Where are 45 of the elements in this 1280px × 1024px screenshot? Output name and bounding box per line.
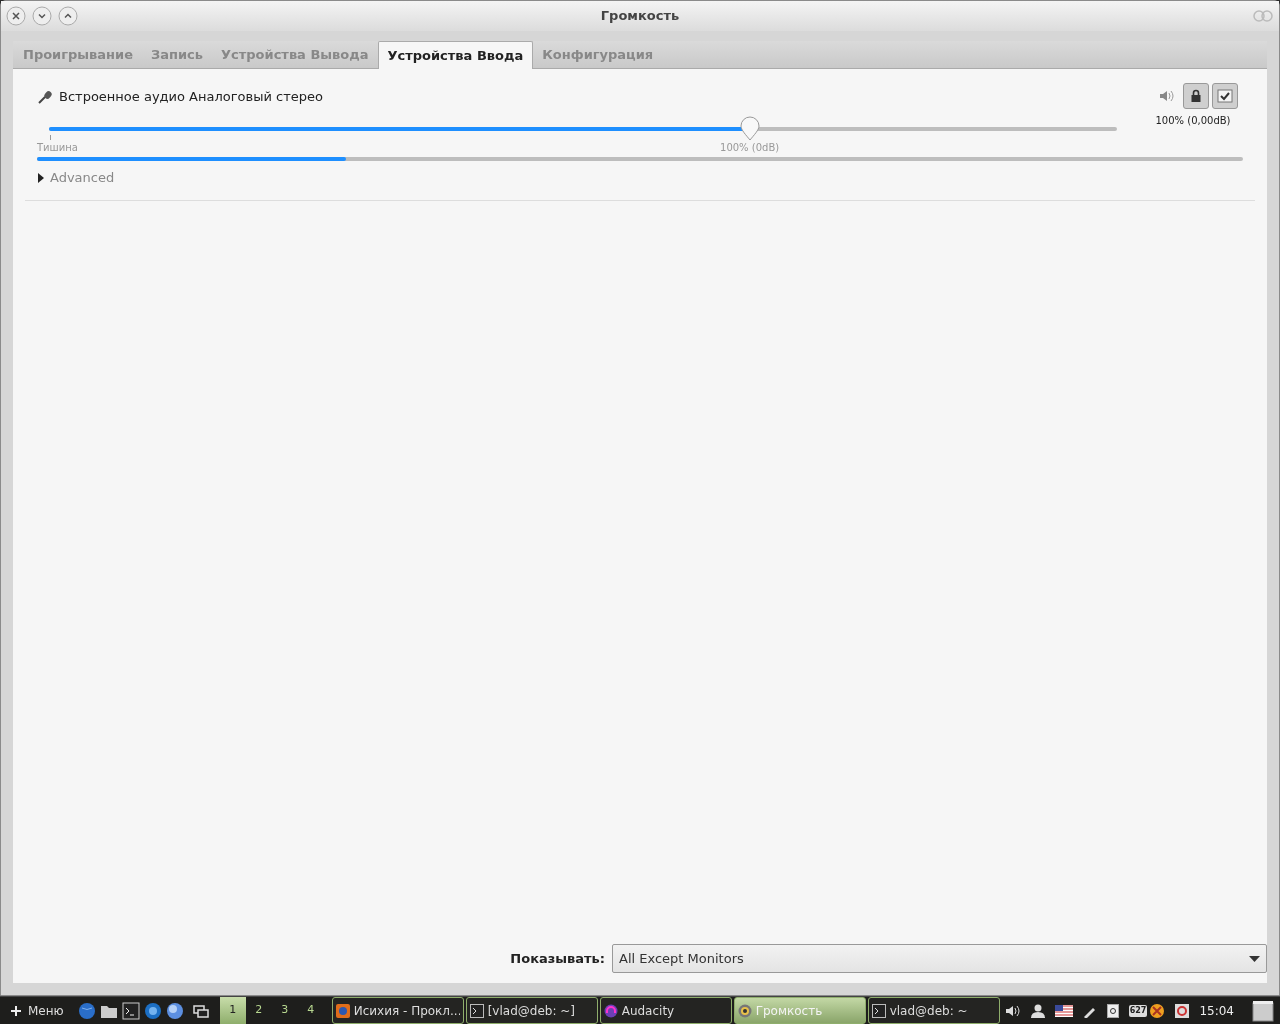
lock-icon xyxy=(1190,89,1202,103)
terminal-icon xyxy=(469,1003,484,1018)
window-title: Громкость xyxy=(599,7,681,26)
headphones-icon xyxy=(603,1003,618,1018)
default-device-button[interactable] xyxy=(1212,83,1238,109)
speaker-icon[interactable] xyxy=(1004,1003,1021,1018)
user-icon[interactable] xyxy=(1030,1003,1045,1018)
globe-icon[interactable] xyxy=(165,1001,184,1020)
close-icon[interactable] xyxy=(6,6,26,26)
expander-arrow-icon xyxy=(37,172,45,183)
globe-icon[interactable] xyxy=(77,1001,96,1020)
terminal-icon xyxy=(871,1003,886,1018)
workspace-button[interactable]: 2 xyxy=(245,997,272,1024)
checkbox-icon xyxy=(1217,89,1233,103)
flag-icon[interactable] xyxy=(1054,1004,1073,1017)
workspace-button[interactable]: 4 xyxy=(297,997,324,1024)
tick-label: 100% (0dB) xyxy=(720,141,780,155)
task-button[interactable]: Audacity xyxy=(599,997,732,1024)
browser-icon[interactable] xyxy=(143,1001,162,1020)
task-button[interactable]: vlad@deb: ~ xyxy=(867,997,1000,1024)
dropdown-arrow-icon xyxy=(1249,955,1260,962)
clock: 15:04 xyxy=(1199,1002,1234,1020)
tray-badge[interactable]: 627 xyxy=(1128,1004,1148,1017)
browser-icon xyxy=(335,1003,350,1018)
workspace-button[interactable]: 1 xyxy=(219,997,246,1024)
workspace-button[interactable]: 3 xyxy=(271,997,298,1024)
task-button[interactable]: [vlad@deb: ~] xyxy=(465,997,598,1024)
tab[interactable]: Устройства Ввода xyxy=(377,41,534,69)
maximize-icon[interactable] xyxy=(58,6,78,26)
speaker-icon xyxy=(737,1003,752,1018)
trash-icon[interactable] xyxy=(1252,999,1274,1022)
terminal-icon[interactable] xyxy=(121,1001,140,1020)
microphone-icon xyxy=(37,89,53,105)
device-name: Встроенное аудио Аналоговый стерео xyxy=(59,88,323,107)
plus-icon xyxy=(10,1004,22,1017)
show-dropdown[interactable]: All Except Monitors xyxy=(612,944,1267,973)
crossed-circle-icon[interactable] xyxy=(1149,1002,1166,1019)
task-button[interactable]: Исихия - Прокл... xyxy=(331,997,464,1024)
lock-button[interactable] xyxy=(1183,83,1209,109)
volume-reading: 100% (0,00dB) xyxy=(1155,114,1231,128)
menu-button[interactable]: Меню xyxy=(0,997,74,1024)
minimize-icon[interactable] xyxy=(32,6,52,26)
show-label: Показывать: xyxy=(510,949,605,968)
tick-label: Тишина xyxy=(37,141,78,155)
slider-thumb[interactable] xyxy=(738,116,761,142)
